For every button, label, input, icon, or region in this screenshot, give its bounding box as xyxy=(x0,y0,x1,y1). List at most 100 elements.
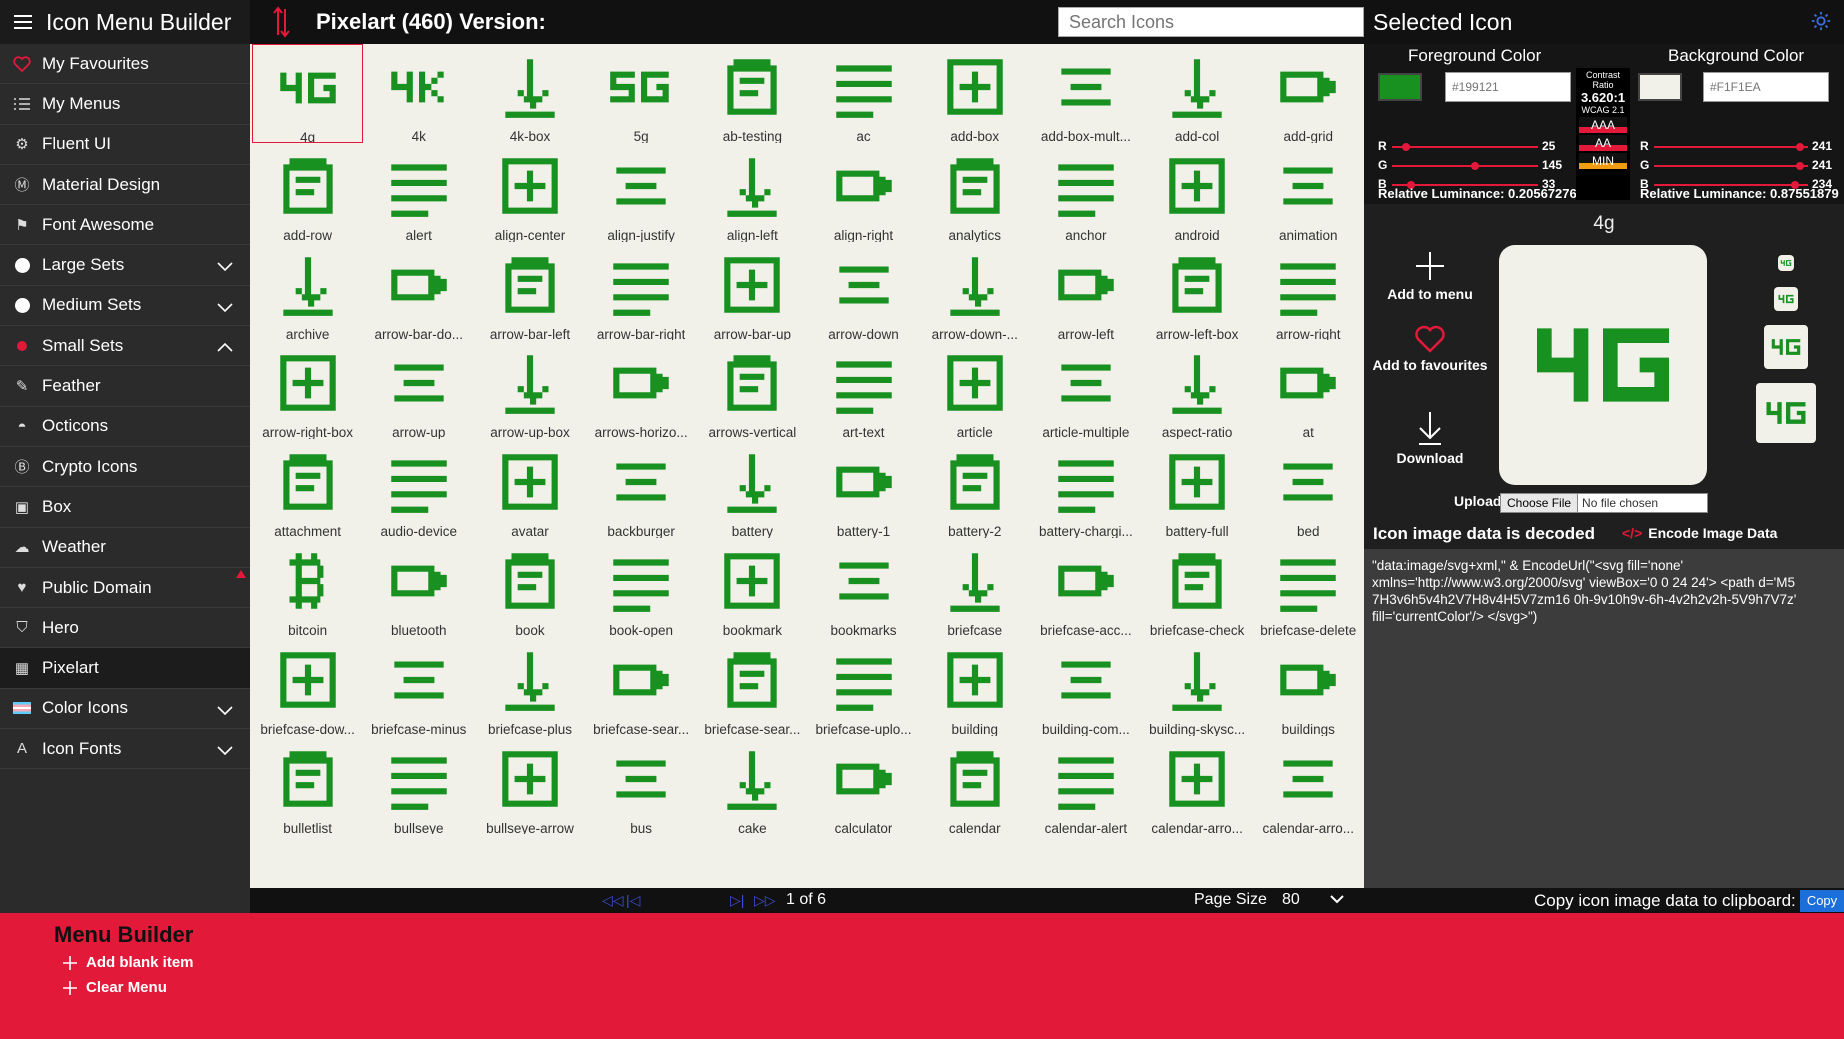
sidebar-item-medium-sets[interactable]: Medium Sets xyxy=(0,286,250,327)
icon-cell[interactable]: briefcase-minus xyxy=(363,637,474,736)
add-to-favourites-button[interactable]: Add to favourites xyxy=(1364,325,1496,400)
icon-cell[interactable]: briefcase-delete xyxy=(1253,538,1364,637)
icon-cell[interactable]: anchor xyxy=(1030,143,1141,242)
sidebar-item-octicons[interactable]: ◓ Octicons xyxy=(0,407,250,447)
sort-icon[interactable] xyxy=(272,5,292,39)
icon-cell[interactable]: arrow-right-box xyxy=(252,340,363,439)
sidebar-item-large-sets[interactable]: Large Sets xyxy=(0,245,250,286)
background-hex-input[interactable] xyxy=(1703,72,1829,102)
icon-cell[interactable]: battery-chargi... xyxy=(1030,439,1141,538)
sidebar-item-font-awesome[interactable]: ⚑ Font Awesome xyxy=(0,205,250,246)
slider-knob[interactable] xyxy=(1795,162,1804,170)
icon-cell[interactable]: calendar-arro... xyxy=(1253,736,1364,834)
icon-cell[interactable]: briefcase-uplo... xyxy=(808,637,919,736)
icon-cell[interactable]: arrow-up-box xyxy=(474,340,585,439)
icon-cell[interactable]: article xyxy=(919,340,1030,439)
sidebar-item-my-favourites[interactable]: My Favourites xyxy=(0,44,250,85)
sidebar-item-fluent-ui[interactable]: ⚙ Fluent UI xyxy=(0,125,250,165)
icon-cell[interactable]: calendar xyxy=(919,736,1030,834)
icon-cell[interactable]: briefcase-plus xyxy=(474,637,585,736)
image-data-text[interactable]: "data:image/svg+xml," & EncodeUrl("<svg … xyxy=(1364,549,1844,889)
icon-cell[interactable]: add-grid xyxy=(1253,44,1364,143)
icon-cell[interactable]: align-left xyxy=(697,143,808,242)
sidebar-item-feather[interactable]: ✎ Feather xyxy=(0,366,250,407)
sidebar-item-material-design[interactable]: Ⓜ Material Design xyxy=(0,165,250,206)
encode-button[interactable]: </> Encode Image Data xyxy=(1622,525,1777,541)
icon-cell[interactable]: bitcoin xyxy=(252,538,363,637)
add-blank-item-button[interactable]: Add blank item xyxy=(62,954,194,971)
gear-icon[interactable] xyxy=(1810,10,1832,32)
icon-cell[interactable]: bed xyxy=(1253,439,1364,538)
sidebar-item-hero[interactable]: ⛉ Hero xyxy=(0,608,250,649)
bg-g-slider[interactable]: G 241 xyxy=(1640,158,1834,172)
icon-cell[interactable]: analytics xyxy=(919,143,1030,242)
icon-cell[interactable]: arrow-bar-up xyxy=(697,242,808,340)
icon-cell[interactable]: arrow-bar-do... xyxy=(363,242,474,340)
icon-cell[interactable]: bluetooth xyxy=(363,538,474,637)
thumb-24[interactable] xyxy=(1774,287,1798,311)
icon-cell[interactable]: at xyxy=(1253,340,1364,439)
icon-cell[interactable]: 4k-box xyxy=(474,44,585,143)
icon-cell[interactable]: 5g xyxy=(586,44,697,143)
icon-cell[interactable]: 4k xyxy=(363,44,474,143)
icon-cell[interactable]: art-text xyxy=(808,340,919,439)
icon-cell[interactable]: ac xyxy=(808,44,919,143)
sidebar-item-public-domain[interactable]: ♥ Public Domain xyxy=(0,568,250,609)
icon-cell[interactable]: briefcase-acc... xyxy=(1030,538,1141,637)
sidebar-item-crypto-icons[interactable]: Ⓑ Crypto Icons xyxy=(0,447,250,488)
slider-track[interactable] xyxy=(1392,165,1538,167)
icon-cell[interactable]: arrow-up xyxy=(363,340,474,439)
icon-cell[interactable]: calendar-arro... xyxy=(1142,736,1253,834)
sidebar-item-box[interactable]: ▣ Box xyxy=(0,487,250,528)
icon-cell[interactable]: arrow-right xyxy=(1253,242,1364,340)
icon-cell[interactable]: arrow-bar-right xyxy=(586,242,697,340)
icon-cell[interactable]: calculator xyxy=(808,736,919,834)
icon-cell[interactable]: book-open xyxy=(586,538,697,637)
next-page-icon[interactable]: ▷| xyxy=(730,892,748,908)
icon-cell[interactable]: bulletlist xyxy=(252,736,363,834)
thumb-60[interactable] xyxy=(1756,383,1816,443)
page-size-value[interactable]: 80 xyxy=(1282,891,1300,909)
icon-cell[interactable]: article-multiple xyxy=(1030,340,1141,439)
icon-cell[interactable]: briefcase-check xyxy=(1142,538,1253,637)
icon-cell[interactable]: archive xyxy=(252,242,363,340)
sidebar-item-small-sets[interactable]: Small Sets xyxy=(0,326,250,367)
icon-cell[interactable]: book xyxy=(474,538,585,637)
icon-cell[interactable]: alert xyxy=(363,143,474,242)
icon-cell[interactable]: arrows-horizo... xyxy=(586,340,697,439)
icon-cell[interactable]: add-row xyxy=(252,143,363,242)
icon-cell[interactable]: building xyxy=(919,637,1030,736)
sidebar-item-my-menus[interactable]: My Menus xyxy=(0,84,250,125)
slider-knob[interactable] xyxy=(1471,162,1480,170)
icon-cell[interactable]: avatar xyxy=(474,439,585,538)
chevron-down-icon[interactable] xyxy=(1328,890,1346,908)
chevron-down-icon[interactable] xyxy=(216,298,233,312)
chevron-up-icon[interactable] xyxy=(216,338,233,352)
copy-button[interactable]: Copy xyxy=(1800,890,1844,912)
slider-knob[interactable] xyxy=(1795,143,1804,151)
chevron-down-icon[interactable] xyxy=(216,701,233,715)
sidebar-item-color-icons[interactable]: Color Icons xyxy=(0,689,250,730)
icon-cell[interactable]: align-right xyxy=(808,143,919,242)
thumb-16[interactable] xyxy=(1778,255,1794,271)
slider-knob[interactable] xyxy=(1402,143,1411,151)
icon-cell[interactable]: bookmark xyxy=(697,538,808,637)
slider-track[interactable] xyxy=(1654,165,1808,167)
file-input[interactable]: Choose File No file chosen xyxy=(1500,493,1708,513)
icon-cell[interactable]: bullseye-arrow xyxy=(474,736,585,834)
clear-menu-button[interactable]: Clear Menu xyxy=(62,979,167,996)
chevron-down-icon[interactable] xyxy=(216,257,233,272)
icon-cell[interactable]: bookmarks xyxy=(808,538,919,637)
fg-g-slider[interactable]: G 145 xyxy=(1378,158,1564,172)
icon-cell[interactable]: arrow-bar-left xyxy=(474,242,585,340)
icon-cell[interactable]: android xyxy=(1142,143,1253,242)
icon-cell[interactable]: attachment xyxy=(252,439,363,538)
icon-cell[interactable]: building-skysc... xyxy=(1142,637,1253,736)
chevron-down-icon[interactable] xyxy=(216,741,233,756)
icon-cell[interactable]: add-box-mult... xyxy=(1030,44,1141,143)
icon-cell[interactable]: arrow-down xyxy=(808,242,919,340)
download-button[interactable]: Download xyxy=(1364,410,1496,485)
icon-cell[interactable]: buildings xyxy=(1253,637,1364,736)
add-to-menu-button[interactable]: Add to menu xyxy=(1364,250,1496,325)
first-page-icon[interactable]: ◁◁ xyxy=(602,892,624,908)
